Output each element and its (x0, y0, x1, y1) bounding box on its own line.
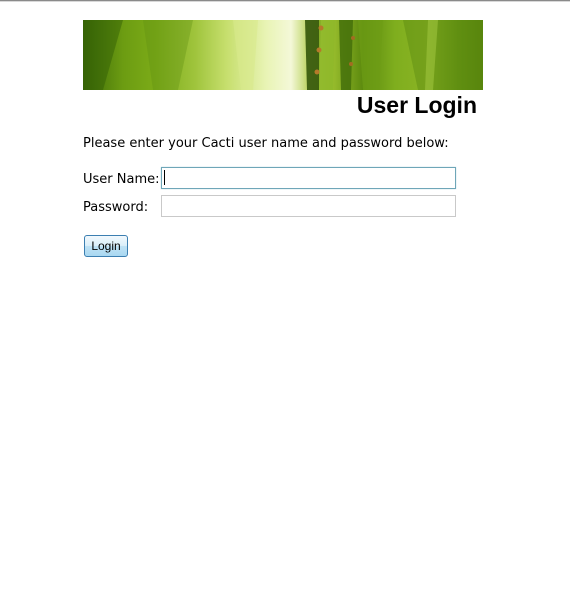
password-label: Password: (83, 200, 149, 215)
cactus-graphic (83, 20, 483, 90)
login-instructions: Please enter your Cacti user name and pa… (83, 136, 449, 151)
username-input[interactable] (161, 167, 456, 189)
window-top-border-shadow (0, 1, 570, 2)
cacti-banner-image (83, 20, 483, 90)
password-input[interactable] (161, 195, 456, 217)
login-button[interactable]: Login (84, 235, 128, 257)
page-title: User Login (356, 92, 477, 118)
text-caret (164, 170, 165, 185)
username-label: User Name: (83, 172, 160, 187)
